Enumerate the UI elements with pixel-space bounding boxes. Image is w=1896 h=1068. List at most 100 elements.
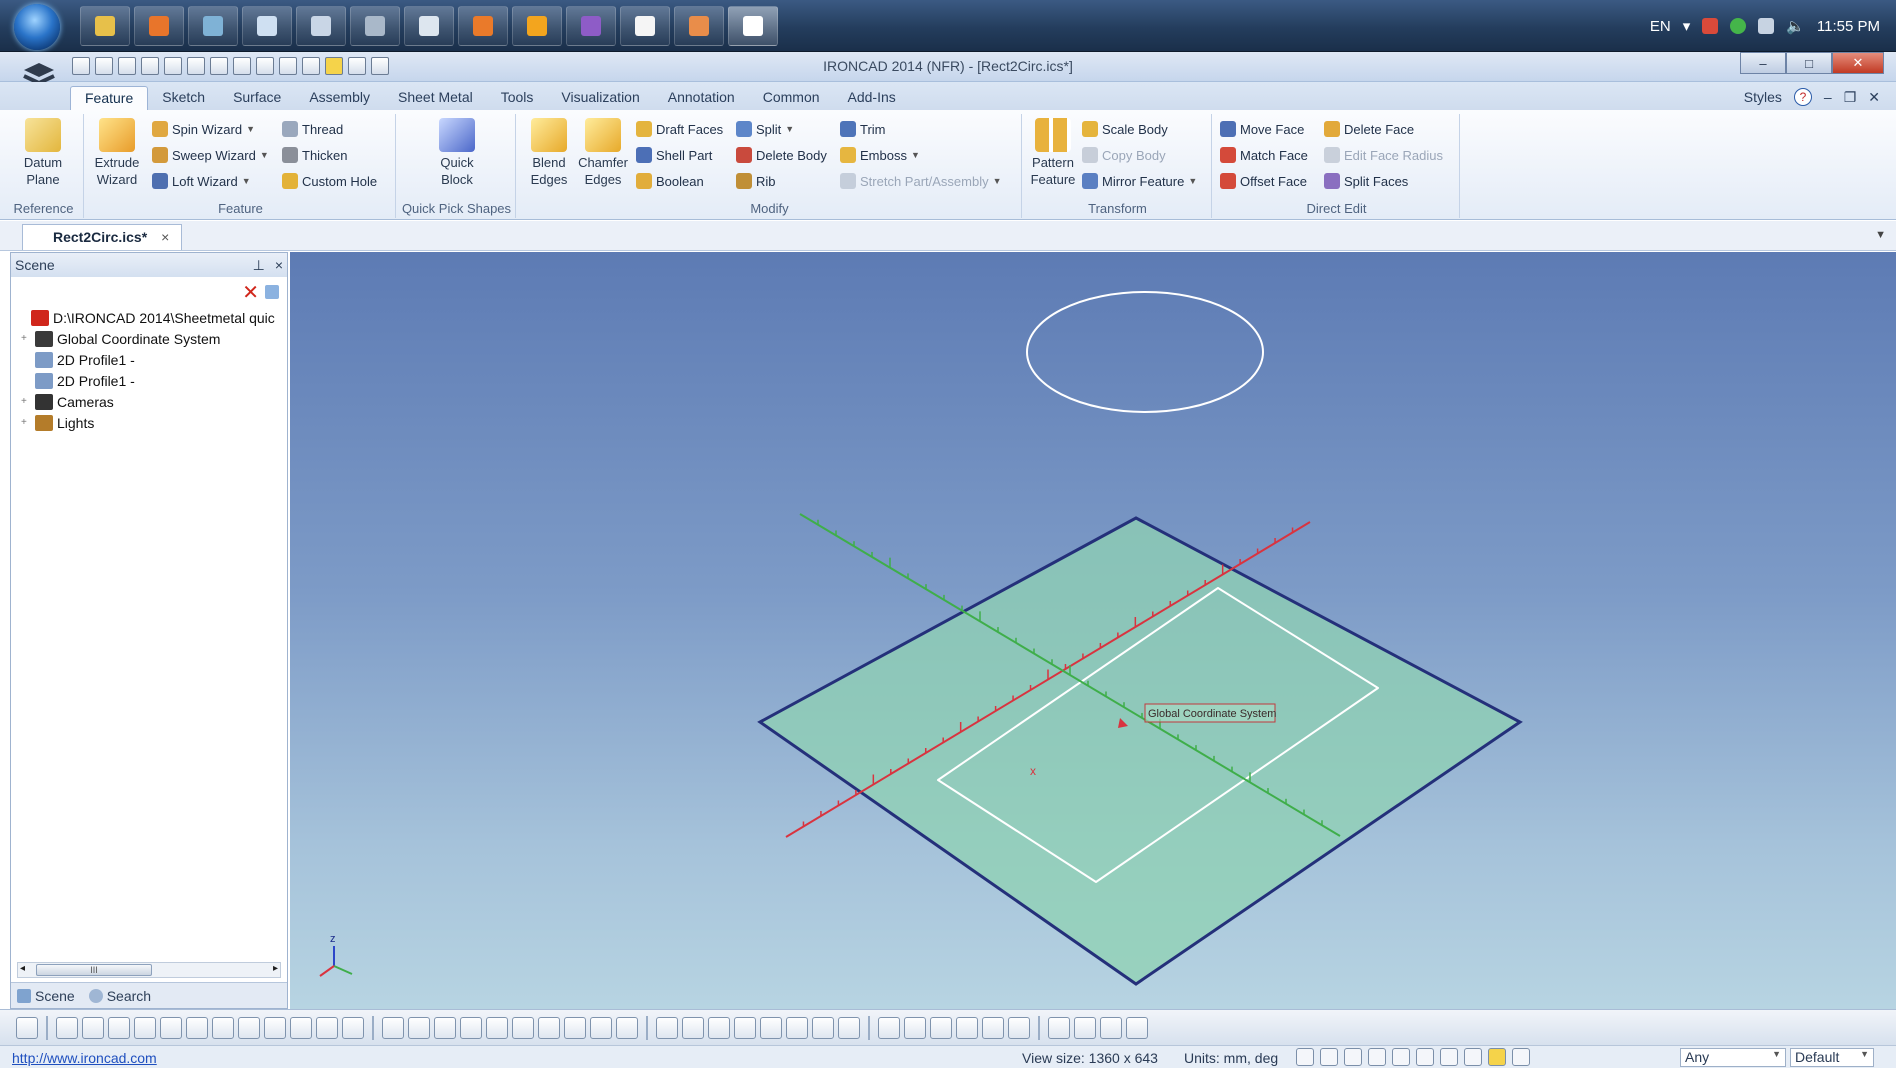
tree-item[interactable]: + Lights [17,412,287,433]
tab-surface[interactable]: Surface [219,86,295,110]
move-icon[interactable] [838,1016,860,1039]
copy-icon[interactable] [930,1016,952,1039]
tab-feature[interactable]: Feature [70,86,149,110]
tab-sketch[interactable]: Sketch [148,86,219,110]
volume-icon[interactable]: 🔈 [1786,17,1805,35]
emboss-button[interactable]: Emboss ▼ [840,144,920,166]
workplane[interactable] [757,516,1523,986]
ribbon-close-icon[interactable]: ✕ [1868,89,1880,106]
scroll-thumb[interactable]: III [36,964,152,976]
spin-wizard-button[interactable]: Spin Wizard ▼ [152,118,255,140]
constraint-icon[interactable] [734,1016,756,1039]
start-button[interactable] [14,4,60,50]
rib-button[interactable]: Rib [736,170,776,192]
taskbar-app-button[interactable] [134,6,184,46]
tab-common[interactable]: Common [749,86,834,110]
style-dropdown[interactable]: Default ▼ [1790,1048,1874,1067]
stretch-part-button[interactable]: Stretch Part/Assembly ▼ [840,170,1002,192]
zoom-icon[interactable] [1296,1048,1314,1066]
intersect-icon[interactable] [982,1016,1004,1039]
view-orient-icon[interactable] [1344,1048,1362,1066]
trim-icon[interactable] [616,1016,638,1039]
arc-3-icon[interactable] [460,1016,482,1039]
blend-edges-button[interactable]: Blend Edges [524,118,574,188]
taskbar-app-button[interactable] [80,6,130,46]
tab-visualization[interactable]: Visualization [547,86,653,110]
project-icon[interactable] [956,1016,978,1039]
taskbar-app-button[interactable] [296,6,346,46]
network-tray-icon[interactable] [1702,18,1719,34]
datum-plane-button[interactable]: Datum Plane [18,118,68,188]
scene-footer-tab[interactable]: Scene [17,988,75,1004]
taskbar-app-button[interactable] [404,6,454,46]
tray-expand-icon[interactable]: ▾ [1683,17,1691,35]
circle-2-icon[interactable] [264,1016,286,1039]
tree-item[interactable]: + Global Coordinate System [17,328,287,349]
scene-horizontal-scrollbar[interactable]: ◂ III ▸ [17,962,281,978]
line-icon[interactable] [82,1016,104,1039]
scroll-left-icon[interactable]: ◂ [20,963,25,974]
sketch-icon[interactable] [16,1016,38,1039]
taskbar-app-button[interactable] [674,6,724,46]
diamond-icon[interactable] [186,1016,208,1039]
extend-icon[interactable] [590,1016,612,1039]
tab-assembly[interactable]: Assembly [295,86,384,110]
circle-4-icon[interactable] [316,1016,338,1039]
zoom-window-icon[interactable] [1320,1048,1338,1066]
circle-5-icon[interactable] [342,1016,364,1039]
tree-expander-icon[interactable]: + [21,333,31,344]
arc-icon[interactable] [108,1016,130,1039]
circle-3-icon[interactable] [290,1016,312,1039]
loft-wizard-button[interactable]: Loft Wizard ▼ [152,170,251,192]
point-icon[interactable] [1074,1016,1096,1039]
snap-icon[interactable] [812,1016,834,1039]
help-icon[interactable]: ? [1793,88,1812,106]
taskbar-app-button[interactable] [242,6,292,46]
sweep-wizard-button[interactable]: Sweep Wizard ▼ [152,144,269,166]
tree-item[interactable]: + Cameras [17,391,287,412]
finish-icon[interactable] [1126,1016,1148,1039]
taskbar-app-button[interactable] [188,6,238,46]
grid-icon[interactable] [786,1016,808,1039]
3d-viewport[interactable]: x Global Coordinate System z [290,252,1896,1009]
pointer-icon[interactable] [1512,1048,1530,1066]
view-triad[interactable]: z [319,933,353,977]
tree-expander-icon[interactable]: + [21,396,31,407]
quick-block-button[interactable]: Quick Block [432,118,482,188]
centerline-icon[interactable] [1048,1016,1070,1039]
edit-face-radius-button[interactable]: Edit Face Radius [1324,144,1443,166]
delete-face-button[interactable]: Delete Face [1324,118,1414,140]
taskbar-app-button[interactable] [728,6,778,46]
shell-part-button[interactable]: Shell Part [636,144,712,166]
taskbar-app-button[interactable] [458,6,508,46]
website-link[interactable]: http://www.ironcad.com [12,1050,157,1066]
taskbar-app-button[interactable] [512,6,562,46]
display-tray-icon[interactable] [1758,18,1775,34]
copy-body-button[interactable]: Copy Body [1082,144,1166,166]
minimize-button[interactable]: – [1740,52,1786,74]
tree-item[interactable]: D:\IRONCAD 2014\Sheetmetal quic [17,307,287,328]
mirror-icon[interactable] [708,1016,730,1039]
rectangle-icon[interactable] [160,1016,182,1039]
update-tray-icon[interactable] [1730,18,1747,34]
clock[interactable]: 11:55 PM [1817,18,1880,35]
scale-icon[interactable] [904,1016,926,1039]
ribbon-restore-icon[interactable]: ❐ [1844,89,1857,106]
polyline-icon[interactable] [134,1016,156,1039]
circle-icon[interactable] [238,1016,260,1039]
pattern-feature-button[interactable]: Pattern Feature [1028,118,1078,188]
chamfer-edges-button[interactable]: Chamfer Edges [578,118,628,188]
camera-icon[interactable] [1392,1048,1410,1066]
scene-canvas[interactable]: x Global Coordinate System z [290,252,1896,1009]
spline-icon[interactable] [486,1016,508,1039]
spline-2-icon[interactable] [512,1016,534,1039]
extrude-wizard-button[interactable]: Extrude Wizard [92,118,142,188]
close-button[interactable]: ✕ [1832,52,1884,74]
units-readout[interactable]: Units: mm, deg [1184,1050,1278,1066]
tab-annotation[interactable]: Annotation [654,86,749,110]
taskbar-app-button[interactable] [566,6,616,46]
scroll-right-icon[interactable]: ▸ [273,963,278,974]
dimension-icon[interactable] [760,1016,782,1039]
chamfer-icon[interactable] [682,1016,704,1039]
tab-add-ins[interactable]: Add-Ins [834,86,910,110]
